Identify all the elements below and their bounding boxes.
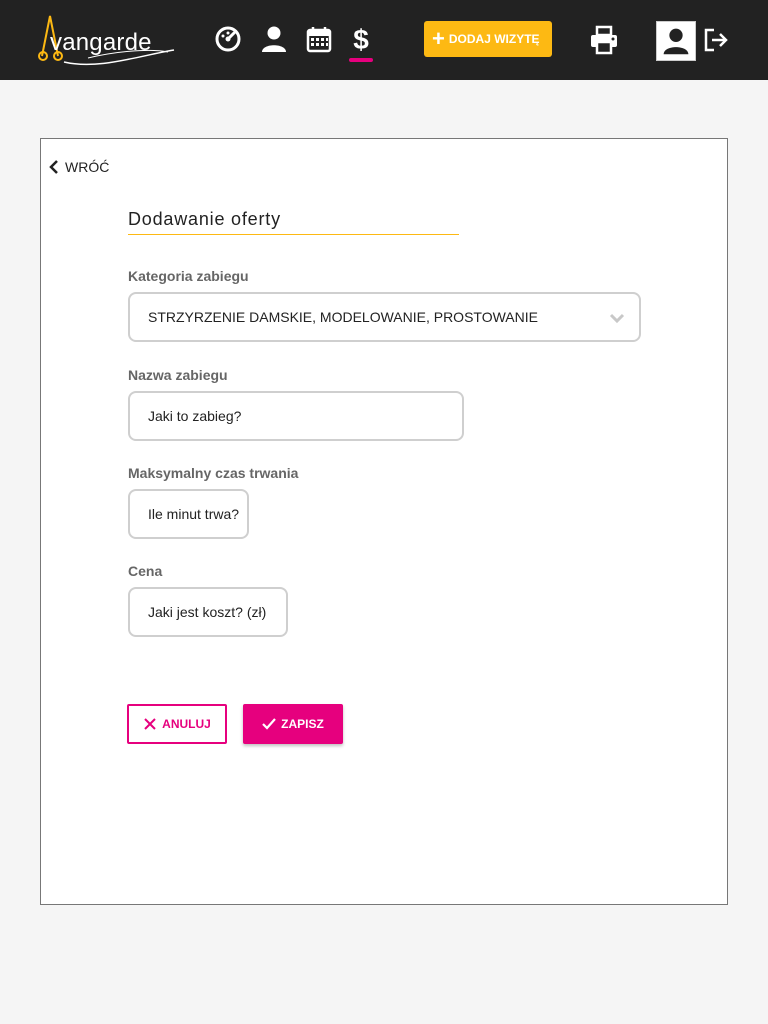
svg-text:$: $ (353, 24, 369, 54)
price-label: Cena (128, 563, 163, 579)
chevron-down-icon (609, 313, 625, 324)
price-input[interactable] (148, 604, 286, 620)
check-icon (262, 718, 276, 730)
back-label: WRÓĆ (65, 159, 110, 175)
calendar-icon[interactable] (304, 24, 334, 54)
offer-form-card: WRÓĆ Dodawanie oferty Kategoria zabiegu … (40, 138, 728, 905)
page-title: Dodawanie oferty (128, 209, 281, 229)
user-icon[interactable] (259, 24, 289, 54)
logo-text: vangarde (50, 29, 152, 56)
duration-label: Maksymalny czas trwania (128, 465, 299, 481)
save-button[interactable]: ZAPISZ (243, 704, 343, 744)
close-icon (144, 718, 156, 730)
logout-icon[interactable] (702, 26, 730, 54)
category-label: Kategoria zabiegu (128, 268, 249, 284)
duration-field (128, 489, 249, 539)
name-label: Nazwa zabiegu (128, 367, 228, 383)
plus-icon: + (432, 26, 445, 51)
logo[interactable]: vangarde (38, 12, 178, 70)
price-field (128, 587, 288, 637)
cancel-button[interactable]: ANULUJ (127, 704, 227, 744)
category-select[interactable]: STRZYRZENIE DAMSKIE, MODELOWANIE, PROSTO… (128, 292, 641, 342)
duration-input[interactable] (148, 506, 247, 522)
top-bar: vangarde $ + DODAJ WIZYTĘ (0, 0, 768, 80)
printer-icon[interactable] (588, 24, 620, 56)
cancel-label: ANULUJ (162, 717, 211, 731)
back-link[interactable]: WRÓĆ (49, 159, 109, 175)
chevron-left-icon (49, 160, 58, 174)
active-nav-indicator (349, 58, 373, 62)
save-label: ZAPISZ (281, 717, 324, 731)
title-underline (128, 234, 459, 235)
name-field (128, 391, 464, 441)
avatar[interactable] (656, 21, 696, 61)
category-value: STRZYRZENIE DAMSKIE, MODELOWANIE, PROSTO… (148, 309, 538, 325)
add-visit-button[interactable]: + DODAJ WIZYTĘ (424, 21, 552, 57)
name-input[interactable] (148, 408, 462, 424)
dollar-icon[interactable]: $ (346, 24, 376, 54)
dashboard-icon[interactable] (213, 24, 243, 54)
add-visit-label: DODAJ WIZYTĘ (448, 32, 540, 46)
